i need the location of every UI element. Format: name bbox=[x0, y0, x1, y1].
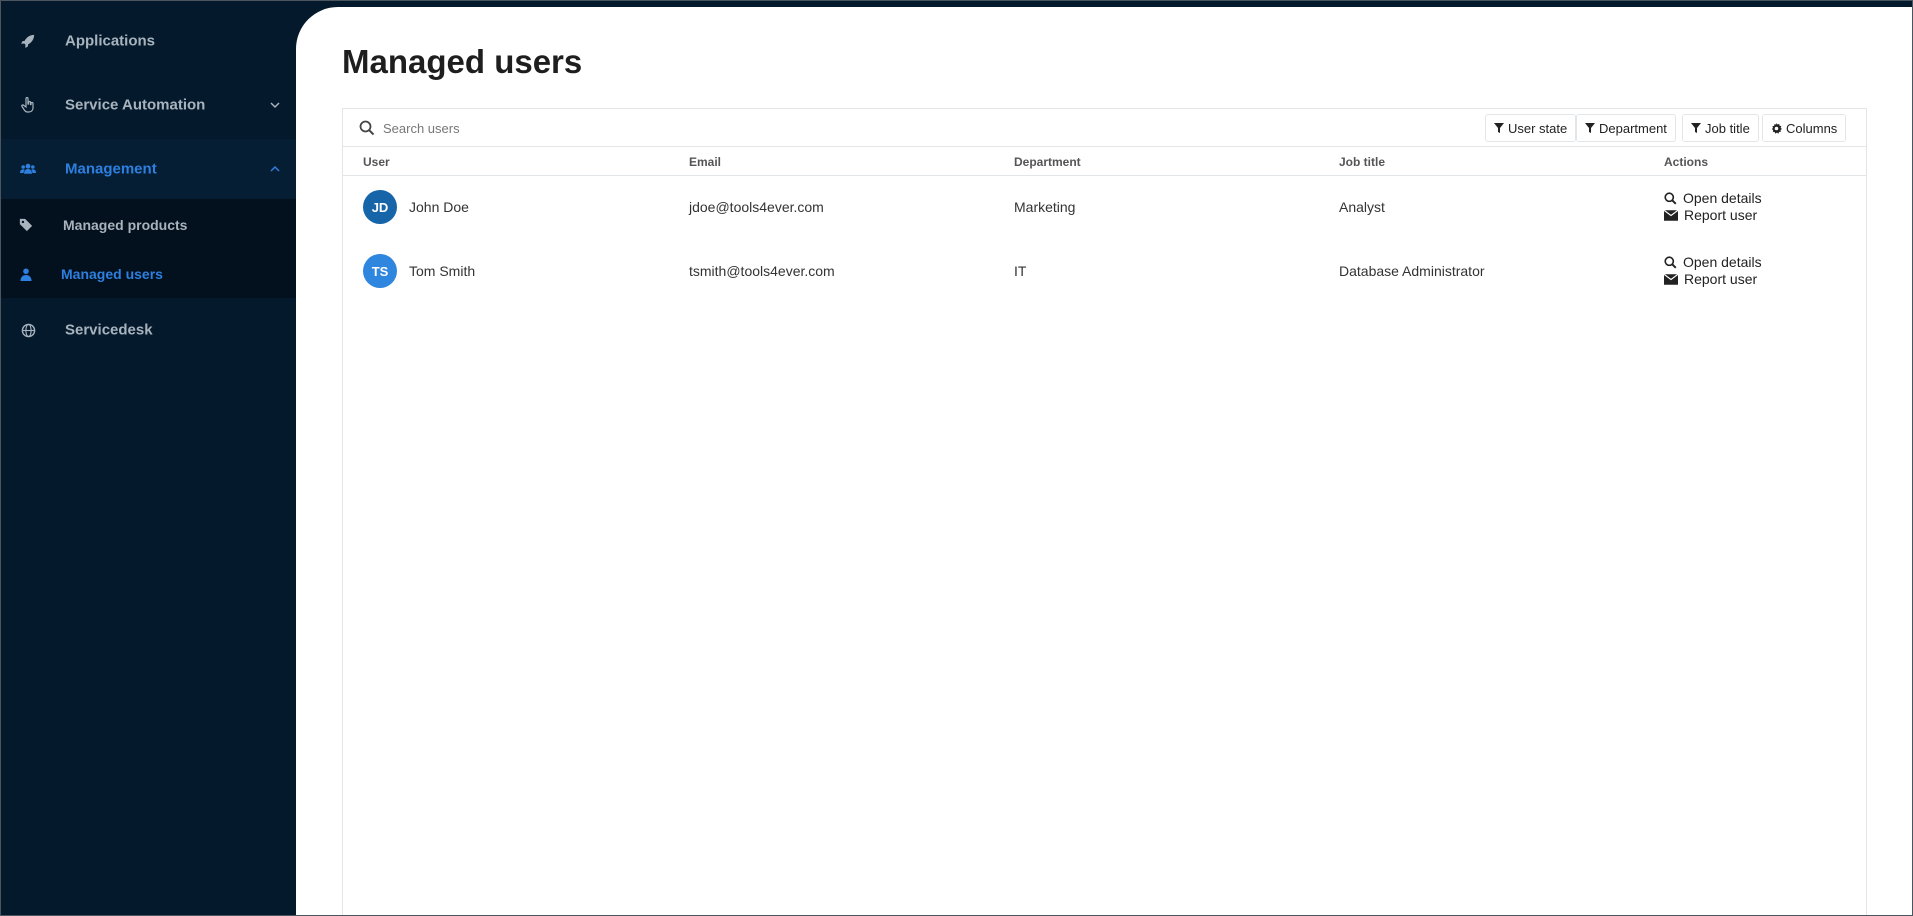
column-header-email[interactable]: Email bbox=[689, 155, 721, 169]
columns-label: Columns bbox=[1786, 120, 1838, 136]
open-details-button[interactable]: Open details bbox=[1664, 254, 1762, 270]
user-email: tsmith@tools4ever.com bbox=[689, 263, 835, 279]
user-job-title: Analyst bbox=[1339, 199, 1385, 215]
action-label: Report user bbox=[1684, 207, 1758, 223]
avatar: TS bbox=[363, 254, 397, 288]
sidebar-item-label: Managed users bbox=[61, 266, 163, 282]
report-user-button[interactable]: Report user bbox=[1664, 271, 1757, 287]
report-user-button[interactable]: Report user bbox=[1664, 207, 1757, 223]
filter-icon bbox=[1494, 123, 1504, 133]
user-department: IT bbox=[1014, 263, 1027, 279]
action-label: Open details bbox=[1683, 254, 1762, 270]
user-department: Marketing bbox=[1014, 199, 1076, 215]
search-input[interactable] bbox=[383, 115, 983, 141]
action-label: Open details bbox=[1683, 190, 1762, 206]
sidebar-item-servicedesk[interactable]: Servicedesk bbox=[1, 298, 297, 362]
globe-icon bbox=[19, 321, 37, 339]
column-header-job-title[interactable]: Job title bbox=[1339, 155, 1385, 169]
sidebar-item-service-automation[interactable]: Service Automation bbox=[1, 73, 297, 137]
user-email: jdoe@tools4ever.com bbox=[689, 199, 824, 215]
sidebar-item-label: Applications bbox=[65, 32, 156, 50]
envelope-icon bbox=[1664, 209, 1678, 221]
pointer-hand-icon bbox=[19, 96, 37, 114]
column-header-department[interactable]: Department bbox=[1014, 155, 1081, 169]
sidebar-item-label: Servicedesk bbox=[65, 321, 153, 339]
user-name: John Doe bbox=[409, 199, 469, 215]
open-details-button[interactable]: Open details bbox=[1664, 190, 1762, 206]
sidebar: Applications Service Automation Manageme… bbox=[0, 0, 297, 916]
user-icon bbox=[19, 267, 33, 281]
page-title: Managed users bbox=[342, 43, 583, 80]
main-content: Managed users User state Department Job … bbox=[296, 7, 1912, 916]
sidebar-item-managed-products[interactable]: Managed products bbox=[1, 202, 297, 248]
sidebar-item-managed-users[interactable]: Managed users bbox=[1, 251, 297, 297]
table-header: User Email Department Job title Actions bbox=[343, 147, 1866, 176]
column-header-user[interactable]: User bbox=[363, 155, 390, 169]
sidebar-item-label: Management bbox=[65, 160, 157, 178]
search-icon bbox=[1664, 191, 1677, 204]
filter-icon bbox=[1585, 123, 1595, 133]
filter-label: Department bbox=[1599, 120, 1667, 136]
table-toolbar: User state Department Job title Columns bbox=[343, 109, 1866, 147]
table-row[interactable]: TS Tom Smith tsmith@tools4ever.com IT Da… bbox=[343, 240, 1866, 304]
sidebar-item-label: Service Automation bbox=[65, 96, 206, 114]
search-icon bbox=[359, 120, 375, 136]
gear-icon bbox=[1771, 122, 1782, 134]
columns-button[interactable]: Columns bbox=[1762, 114, 1847, 142]
user-job-title: Database Administrator bbox=[1339, 263, 1485, 279]
sidebar-item-label: Managed products bbox=[63, 217, 188, 233]
filter-label: User state bbox=[1508, 120, 1568, 136]
filter-label: Job title bbox=[1705, 120, 1750, 136]
column-header-actions: Actions bbox=[1664, 155, 1709, 169]
envelope-icon bbox=[1664, 273, 1678, 285]
sidebar-item-management[interactable]: Management bbox=[1, 137, 297, 201]
rocket-icon bbox=[19, 32, 37, 50]
avatar: JD bbox=[363, 190, 397, 224]
user-name: Tom Smith bbox=[409, 263, 476, 279]
filter-job-title-button[interactable]: Job title bbox=[1682, 114, 1759, 142]
filter-user-state-button[interactable]: User state bbox=[1485, 114, 1577, 142]
search-icon bbox=[1664, 255, 1677, 268]
users-table-panel: User state Department Job title Columns … bbox=[342, 108, 1867, 916]
filter-department-button[interactable]: Department bbox=[1576, 114, 1676, 142]
table-row[interactable]: JD John Doe jdoe@tools4ever.com Marketin… bbox=[343, 176, 1866, 240]
tag-icon bbox=[19, 218, 33, 232]
sidebar-item-applications[interactable]: Applications bbox=[1, 9, 297, 73]
chevron-down-icon bbox=[269, 99, 281, 111]
filter-icon bbox=[1691, 123, 1701, 133]
chevron-up-icon bbox=[269, 163, 281, 175]
users-icon bbox=[19, 160, 37, 178]
action-label: Report user bbox=[1684, 271, 1758, 287]
